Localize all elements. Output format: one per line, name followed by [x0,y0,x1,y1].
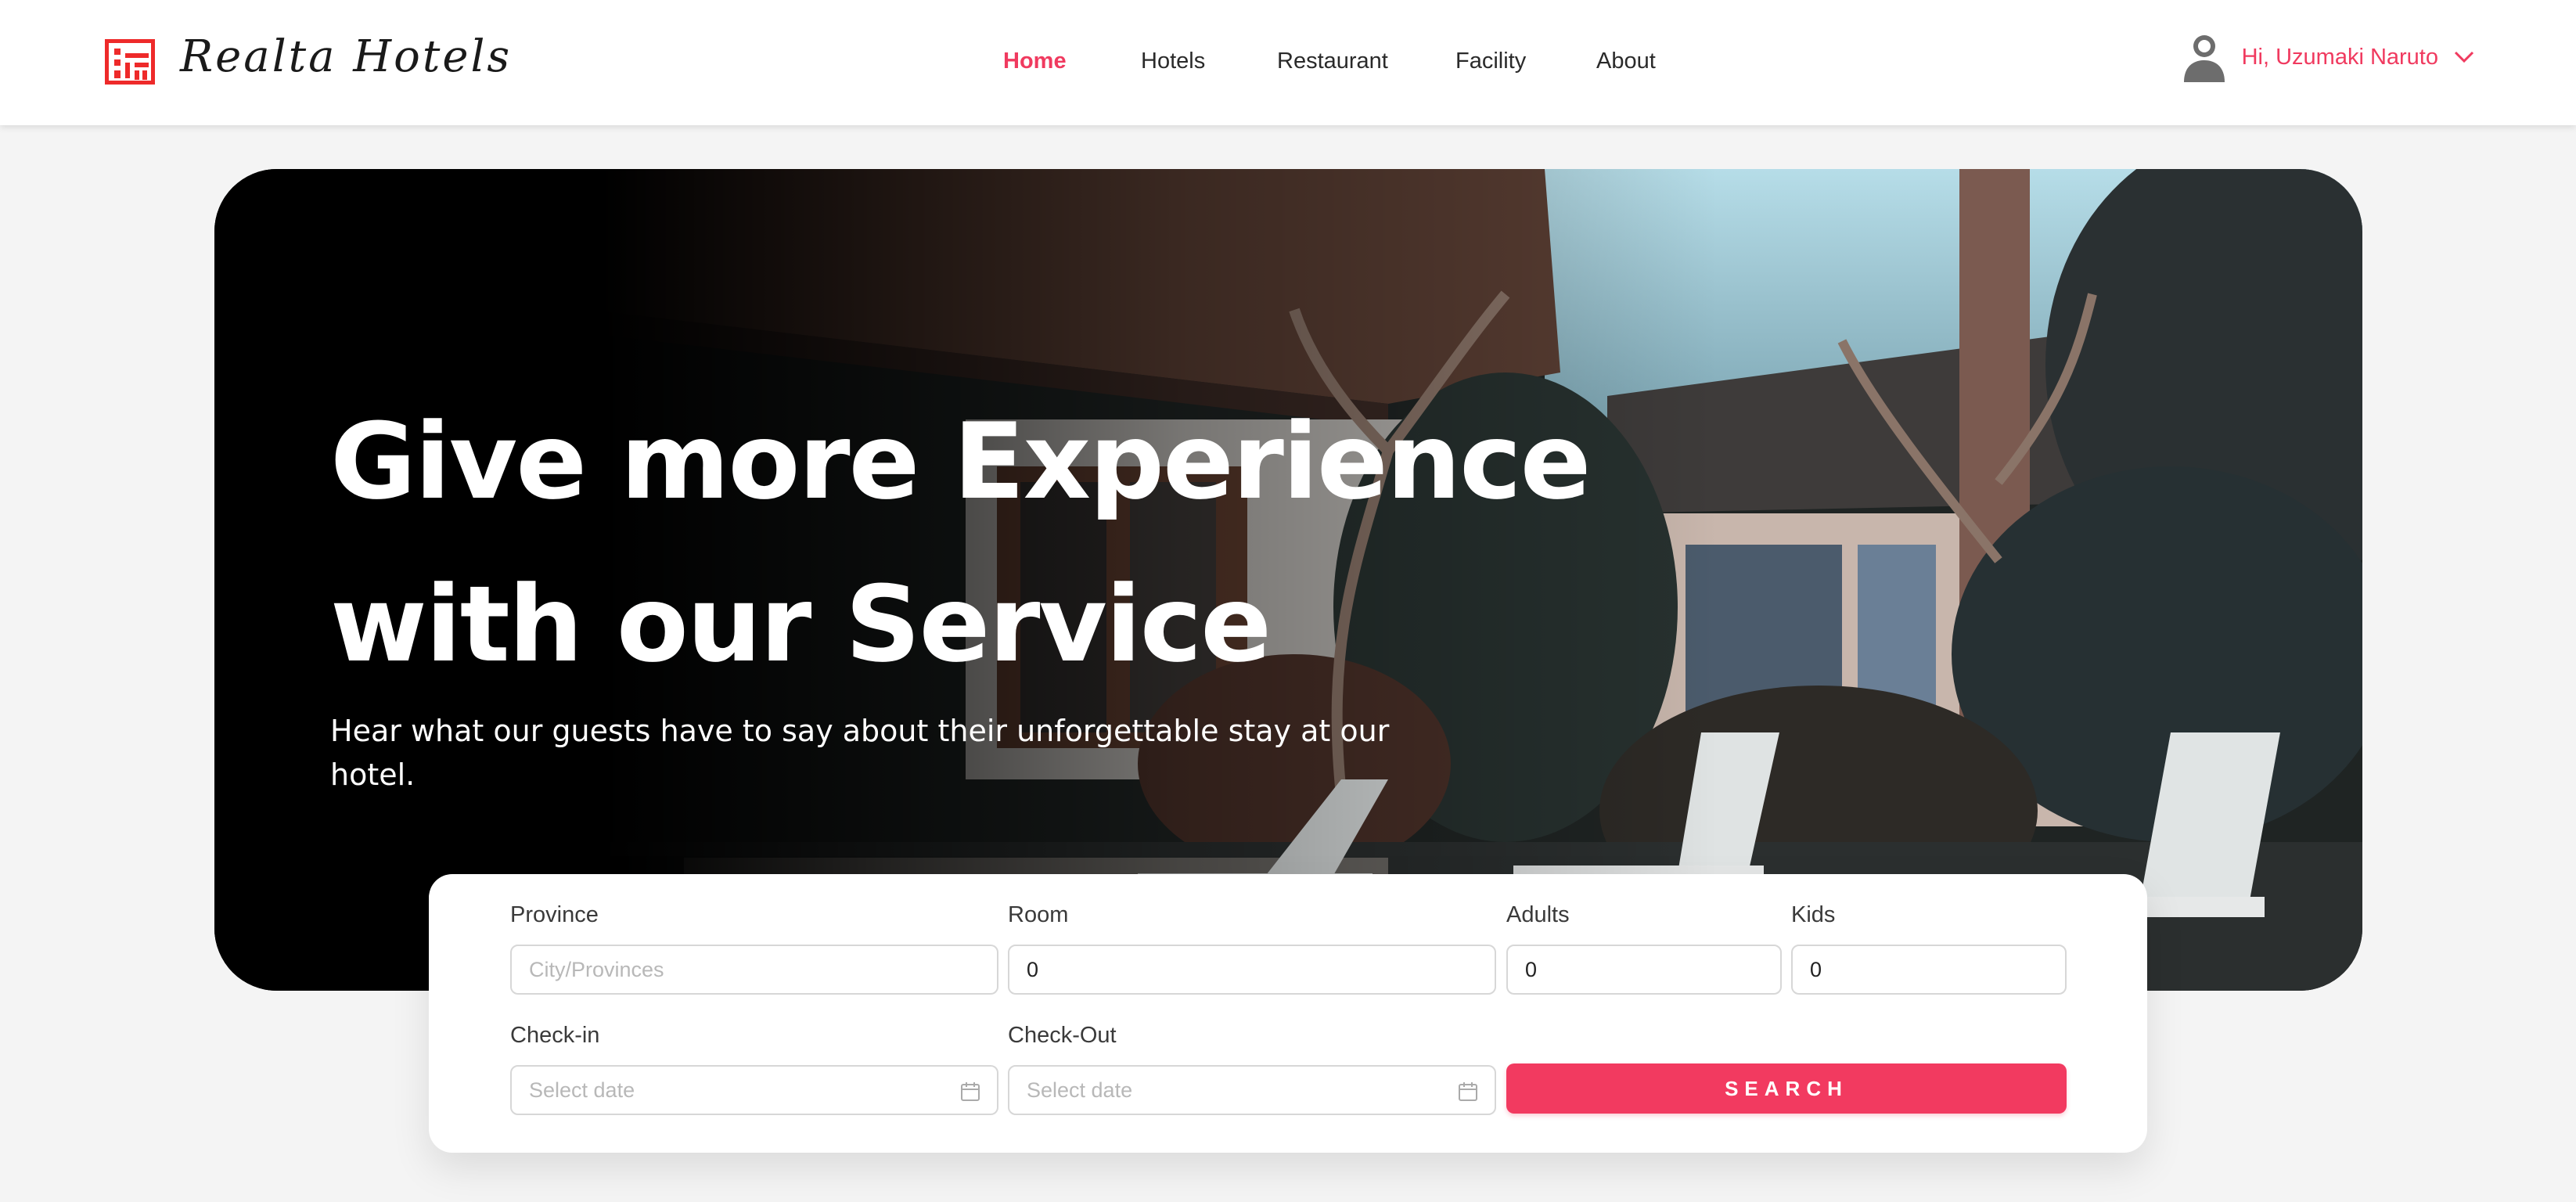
calendar-icon[interactable] [1457,1081,1479,1103]
chevron-down-icon [2454,51,2474,63]
top-navbar: Realta Hotels Home Hotels Restaurant Fac… [0,0,2576,125]
adults-label: Adults [1506,902,1570,927]
room-label: Room [1008,902,1069,927]
adults-input[interactable]: 0 [1506,945,1782,995]
province-label: Province [510,902,599,927]
nav-restaurant[interactable]: Restaurant [1277,49,1388,74]
checkin-date-picker[interactable]: Select date [510,1065,998,1115]
booking-search-card: Province City/Provinces Room 0 Adults 0 … [429,874,2147,1153]
user-greeting: Hi, Uzumaki Naruto [2241,44,2438,70]
checkout-label: Check-Out [1008,1023,1117,1048]
checkout-placeholder: Select date [1027,1078,1133,1102]
checkin-label: Check-in [510,1023,600,1048]
search-button[interactable]: SEARCH [1506,1063,2067,1114]
user-menu[interactable]: Hi, Uzumaki Naruto [2182,30,2474,85]
building-icon[interactable] [105,39,155,85]
hero-title: Give more Experience with our Service [330,380,1591,706]
hero-title-line1: Give more Experience [330,401,1591,523]
nav-hotels[interactable]: Hotels [1141,49,1205,74]
kids-label: Kids [1791,902,1836,927]
brand-name[interactable]: Realta Hotels [180,31,512,82]
checkout-date-picker[interactable]: Select date [1008,1065,1496,1115]
hero-title-line2: with our Service [330,563,1272,686]
calendar-icon[interactable] [959,1081,981,1103]
nav-home[interactable]: Home [1003,49,1067,74]
room-input[interactable]: 0 [1008,945,1496,995]
province-input[interactable]: City/Provinces [510,945,998,995]
hero-banner: Give more Experience with our Service He… [214,169,2362,991]
nav-facility[interactable]: Facility [1455,49,1526,74]
nav-about[interactable]: About [1596,49,1656,74]
user-avatar-icon [2183,35,2225,82]
checkin-placeholder: Select date [529,1078,635,1102]
hero-subtitle: Hear what our guests have to say about t… [330,714,1390,792]
kids-input[interactable]: 0 [1791,945,2067,995]
